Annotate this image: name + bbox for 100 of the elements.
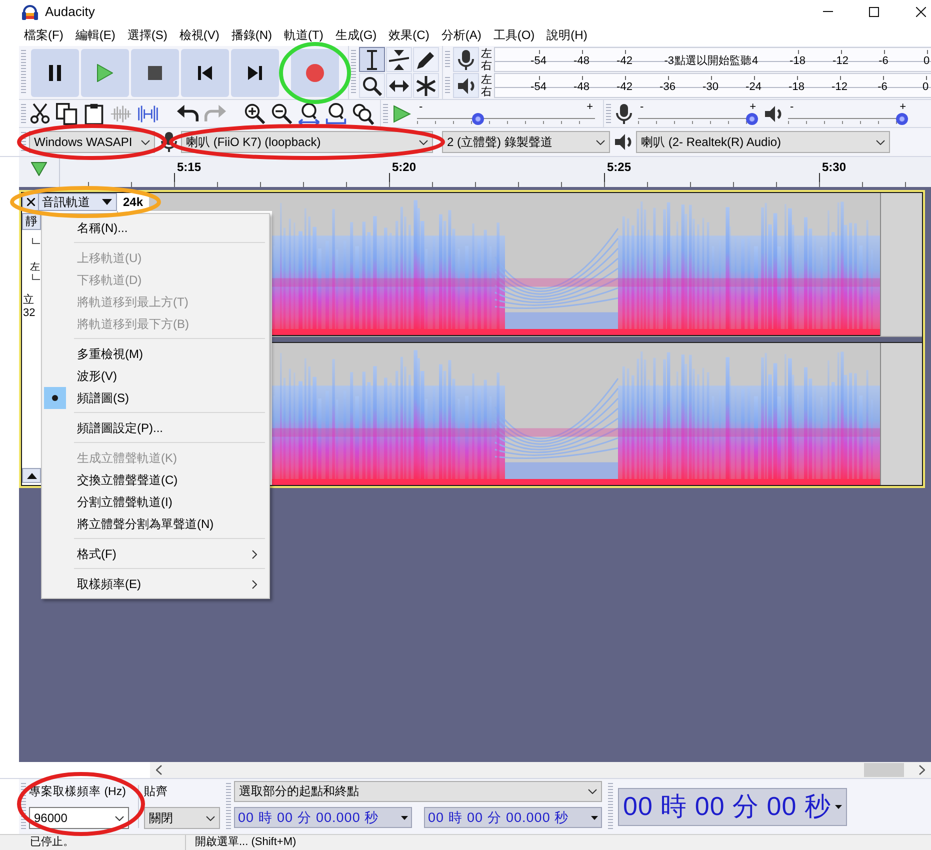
mute-button[interactable]: 靜 <box>22 213 41 230</box>
copy-icon[interactable] <box>56 102 78 124</box>
meter-prompt-text[interactable]: 點選以開始監聽 <box>674 55 752 68</box>
magnifier-bracket-icon[interactable] <box>325 102 347 124</box>
speaker-icon[interactable] <box>615 133 632 151</box>
menu-item[interactable]: 名稱(N)... <box>44 217 267 239</box>
menubar-item[interactable]: 生成(G) <box>329 26 383 44</box>
double-magnifier-icon[interactable] <box>352 102 374 124</box>
menu-item[interactable]: 交換立體聲聲道(C) <box>44 469 267 491</box>
zoom-in-icon[interactable] <box>244 102 266 124</box>
playback-level-meter[interactable]: -54 -48 -42 -36 -30 -24 -18 -12 -6 0 <box>494 73 931 98</box>
zoom-out-icon[interactable] <box>271 102 293 124</box>
collapse-button[interactable] <box>22 468 41 483</box>
speaker-icon[interactable] <box>458 76 474 94</box>
snap-dropdown[interactable]: 關閉 <box>144 807 220 829</box>
menubar-item[interactable]: 檢視(V) <box>173 26 226 44</box>
playback-device-dropdown[interactable]: 喇叭 (2- Realtek(R) Audio) <box>636 131 890 153</box>
toolbar-grip[interactable] <box>21 50 26 95</box>
dropdown-caret-icon <box>419 140 428 144</box>
time-label: 5:20 <box>392 160 416 174</box>
record-meter-button[interactable] <box>453 47 479 72</box>
play-icon[interactable] <box>393 104 411 122</box>
menu-item[interactable]: 將立體聲分割為單聲道(N) <box>44 513 267 535</box>
slider-thumb[interactable] <box>472 113 484 125</box>
track-info-text: 立 <box>23 294 34 307</box>
selection-tool-button[interactable] <box>359 47 385 72</box>
slider-max-label: + <box>586 102 593 113</box>
menubar-item[interactable]: 編輯(E) <box>69 26 122 44</box>
rate-dropdown[interactable]: 96000 <box>29 807 129 829</box>
toolbar-grip[interactable] <box>445 50 450 68</box>
menu-item[interactable]: 頻譜圖(S) <box>44 387 267 409</box>
record-button[interactable] <box>291 48 339 96</box>
timeline-ruler[interactable]: 5:15 5:20 5:25 5:30 <box>60 157 931 187</box>
time-field[interactable]: 00 時 00 分 00.000 秒 <box>234 807 412 828</box>
menubar-item[interactable]: 分析(A) <box>435 26 488 44</box>
menubar-item[interactable]: 效果(C) <box>382 26 436 44</box>
microphone-icon[interactable] <box>161 132 177 152</box>
selection-mode-dropdown[interactable]: 選取部分的起點和終點 <box>234 781 602 802</box>
menubar-item[interactable]: 工具(O) <box>487 26 541 44</box>
skip-to-end-button[interactable] <box>231 48 279 96</box>
slider-thumb[interactable] <box>896 113 908 125</box>
time-shift-tool-button[interactable] <box>386 73 412 98</box>
toolbar-grip[interactable] <box>21 132 26 152</box>
dropdown-caret-icon <box>115 816 124 820</box>
skip-to-start-button[interactable] <box>181 48 229 96</box>
menubar-item[interactable]: 軌道(T) <box>278 26 330 44</box>
recording-channels-dropdown[interactable]: 2 (立體聲) 錄製聲道 <box>442 131 610 153</box>
play-meter-button[interactable] <box>453 73 479 98</box>
microphone-icon[interactable] <box>616 104 632 124</box>
multi-tool-button[interactable] <box>413 73 439 98</box>
zoom-tool-button[interactable] <box>359 73 385 98</box>
time-label: 5:30 <box>822 160 846 174</box>
time-field[interactable]: 00 時 00 分 00.000 秒 <box>424 807 602 828</box>
app-logo-icon <box>22 4 38 20</box>
pause-button[interactable] <box>31 48 79 96</box>
scissors-icon[interactable] <box>29 102 51 124</box>
toolbar-grip[interactable] <box>351 50 356 95</box>
microphone-icon[interactable] <box>458 50 474 70</box>
undo-arrow-icon[interactable] <box>177 102 199 124</box>
draw-tool-button[interactable] <box>413 47 439 72</box>
triangle-marker-icon[interactable] <box>31 162 47 176</box>
menu-item[interactable]: 多重檢視(M) <box>44 343 267 365</box>
toolbar-grip[interactable] <box>226 783 231 830</box>
stop-button[interactable] <box>131 48 179 96</box>
scroll-left-icon[interactable] <box>156 765 162 775</box>
menubar-item[interactable]: 說明(H) <box>540 26 594 44</box>
menubar-item[interactable]: 播錄(N) <box>225 26 278 44</box>
menu-item[interactable]: 分割立體聲軌道(I) <box>44 491 267 513</box>
recording-device-dropdown[interactable]: 喇叭 (FiiO K7) (loopback) <box>181 131 433 153</box>
menubar-item[interactable]: 選擇(S) <box>121 26 174 44</box>
speaker-icon[interactable] <box>765 104 782 122</box>
gain-slider[interactable] <box>32 238 40 244</box>
audio-host-dropdown[interactable]: Windows WASAPI <box>29 131 155 153</box>
scrollbar-thumb[interactable] <box>864 763 904 777</box>
menu-item[interactable]: 波形(V) <box>44 365 267 387</box>
toolbar-grip[interactable] <box>21 104 26 123</box>
menu-item[interactable]: 取樣頻率(E) <box>44 573 267 595</box>
meter-scale-label: -12 <box>832 55 848 67</box>
play-icon <box>97 64 113 82</box>
horizontal-scrollbar[interactable] <box>150 762 931 778</box>
scroll-right-icon[interactable] <box>919 765 925 775</box>
close-icon <box>26 198 34 206</box>
dropdown-caret-icon <box>876 140 885 144</box>
menubar-item[interactable]: 檔案(F) <box>18 26 70 44</box>
toolbar-grip[interactable] <box>21 783 26 830</box>
time-display[interactable]: 00 時 00 分 00 秒 <box>618 788 847 826</box>
envelope-tool-button[interactable] <box>386 47 412 72</box>
toolbar-grip[interactable] <box>383 104 388 123</box>
clipboard-icon[interactable] <box>83 102 105 124</box>
toolbar-grip[interactable] <box>445 76 450 94</box>
toolbar-grip[interactable] <box>606 104 611 123</box>
menu-item[interactable]: 格式(F) <box>44 543 267 565</box>
track-info-text: 32 <box>23 307 36 320</box>
magnifier-arrows-icon[interactable] <box>298 102 320 124</box>
slider-thumb[interactable] <box>746 113 758 125</box>
track-name-menu[interactable]: 音訊軌道 <box>39 193 117 211</box>
menu-item[interactable]: 頻譜圖設定(P)... <box>44 417 267 439</box>
pan-slider[interactable] <box>32 274 40 280</box>
recording-level-meter[interactable]: -54 -48 -42 -3點選以開始監聽4 -18 -12 -6 0 <box>494 47 931 72</box>
window-title: Audacity <box>45 4 95 19</box>
